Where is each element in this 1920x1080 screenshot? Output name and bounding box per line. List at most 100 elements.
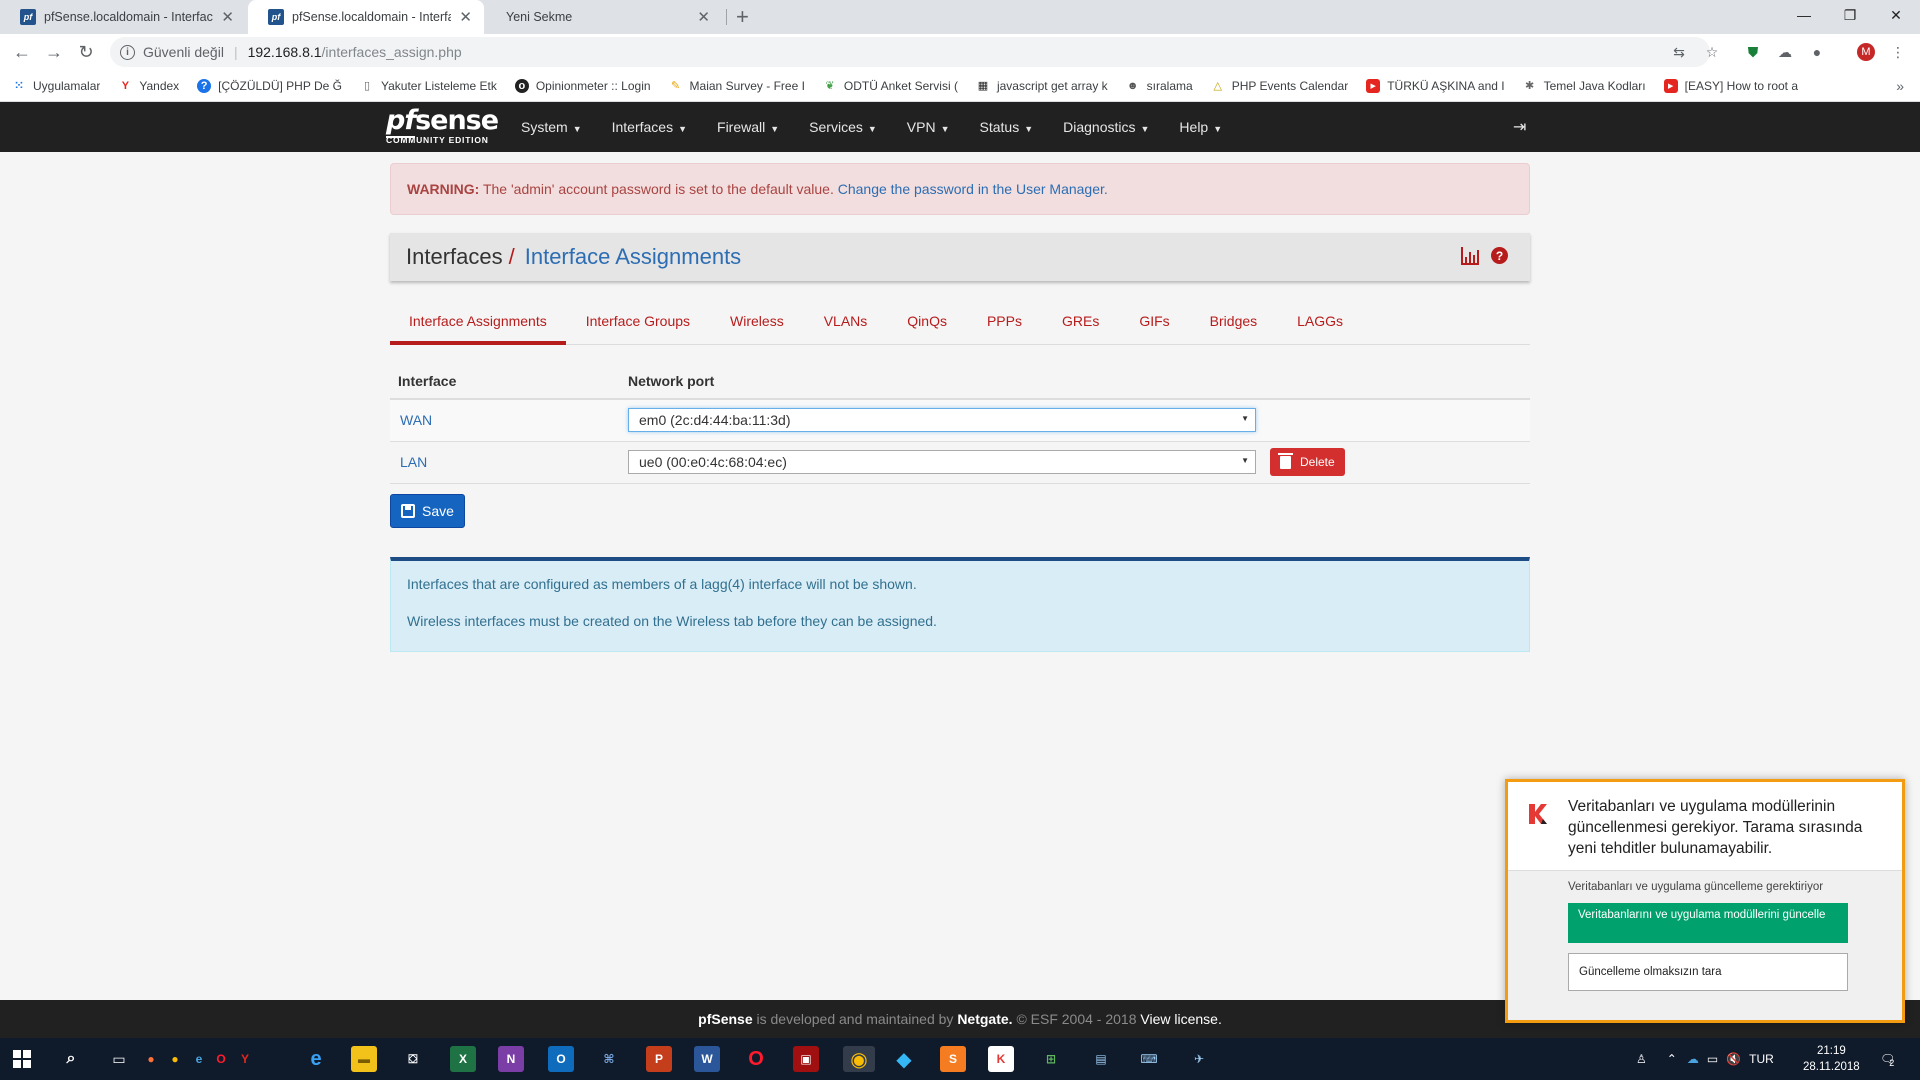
bookmark-yakuter[interactable]: ▯ Yakuter Listeleme Etk — [360, 79, 497, 93]
bookmarks-overflow-icon[interactable]: » — [1896, 78, 1904, 94]
people-icon[interactable]: ♙ — [1636, 1052, 1647, 1066]
address-bar[interactable]: i Güvenli değil | 192.168.8.1 /interface… — [110, 37, 1710, 67]
browser-tab-3[interactable]: Yeni Sekme ✕ — [486, 0, 722, 34]
bookmark-php-de[interactable]: ? [ÇÖZÜLDÜ] PHP De Ğ — [197, 78, 342, 93]
word-icon[interactable]: W — [694, 1046, 720, 1072]
pfsense-logo[interactable]: pfsense COMMUNITY EDITION — [386, 105, 499, 145]
terminal-app-icon[interactable]: ⌨ — [1136, 1046, 1162, 1072]
windows-start-icon[interactable] — [13, 1050, 31, 1068]
bookmark-star-icon[interactable]: ☆ — [1704, 44, 1720, 60]
tab-interface-assignments[interactable]: Interface Assignments — [390, 299, 566, 345]
tab-qinqs[interactable]: QinQs — [887, 299, 967, 345]
minimize-button[interactable]: — — [1781, 0, 1827, 30]
delete-lan-button[interactable]: Delete — [1270, 448, 1345, 476]
network-port-select-lan[interactable]: ue0 (00:e0:4c:68:04:ec) ▼ — [628, 450, 1256, 474]
close-tab-icon[interactable]: ✕ — [459, 8, 472, 26]
scan-without-update-button[interactable]: Güncelleme olmaksızın tara — [1568, 953, 1848, 991]
close-window-button[interactable]: ✕ — [1873, 0, 1919, 30]
reload-icon[interactable]: ↻ — [74, 40, 98, 64]
ie-icon[interactable]: e — [192, 1046, 206, 1072]
powerpoint-icon[interactable]: P — [646, 1046, 672, 1072]
bookmark-maian[interactable]: ✎ Maian Survey - Free I — [669, 79, 805, 93]
interface-link-lan[interactable]: LAN — [390, 441, 620, 484]
info-icon[interactable]: i — [120, 44, 135, 60]
edge-icon[interactable]: e — [303, 1046, 329, 1072]
bookmark-javascript[interactable]: ▦ javascript get array k — [976, 79, 1108, 93]
tool-app-icon[interactable]: ✈ — [1186, 1046, 1212, 1072]
network-tool-icon[interactable]: ⊞ — [1038, 1046, 1064, 1072]
cloud-extension-icon[interactable]: ☁ — [1777, 44, 1793, 60]
menu-vpn[interactable]: VPN ▼ — [892, 119, 965, 135]
bookmark-siralama[interactable]: ☻ sıralama — [1126, 79, 1193, 93]
restore-button[interactable]: ❐ — [1827, 0, 1873, 30]
chrome-small-icon[interactable]: ● — [168, 1046, 182, 1072]
network-icon[interactable]: ▭ — [1707, 1052, 1718, 1066]
update-databases-button[interactable]: Veritabanlarını ve uygulama modüllerini … — [1568, 903, 1848, 943]
forward-arrow-icon[interactable]: → — [42, 40, 66, 64]
bookmark-yandex[interactable]: Y Yandex — [118, 79, 179, 93]
menu-system[interactable]: System ▼ — [506, 119, 597, 135]
close-tab-icon[interactable]: ✕ — [697, 8, 710, 26]
save-button[interactable]: Save — [390, 493, 465, 528]
menu-services[interactable]: Services ▼ — [794, 119, 892, 135]
browser-tab-2[interactable]: pf pfSense.localdomain - Interfaces: ✕ — [248, 0, 484, 34]
menu-diagnostics[interactable]: Diagnostics ▼ — [1048, 119, 1164, 135]
shield-extension-icon[interactable]: ⛊ — [1745, 44, 1761, 60]
outlook-icon[interactable]: O — [548, 1046, 574, 1072]
file-explorer-icon[interactable]: ▬ — [351, 1046, 377, 1072]
interface-link-wan[interactable]: WAN — [390, 399, 620, 442]
tab-wireless[interactable]: Wireless — [710, 299, 804, 345]
orange-app-icon[interactable]: S — [940, 1046, 966, 1072]
media-app-icon[interactable]: ▣ — [793, 1046, 819, 1072]
logout-icon[interactable]: ⇥ — [1513, 117, 1526, 137]
browser-tab-1[interactable]: pf pfSense.localdomain - Interfaces: ✕ — [0, 0, 246, 34]
chrome-icon[interactable]: ◉ — [843, 1046, 875, 1072]
opera-small-icon[interactable]: O — [214, 1046, 228, 1072]
menu-help[interactable]: Help ▼ — [1164, 119, 1237, 135]
kaspersky-icon[interactable]: K — [988, 1046, 1014, 1072]
netgate-link[interactable]: Netgate. — [957, 1011, 1012, 1027]
tab-ppps[interactable]: PPPs — [967, 299, 1042, 345]
network-app-icon[interactable]: ⌘ — [596, 1046, 622, 1072]
bookmark-php-events[interactable]: △ PHP Events Calendar — [1211, 79, 1348, 93]
onedrive-icon[interactable]: ☁ — [1687, 1052, 1699, 1066]
close-tab-icon[interactable]: ✕ — [221, 8, 234, 26]
help-question-icon[interactable]: ? — [1491, 247, 1508, 264]
firefox-icon[interactable]: ● — [144, 1046, 158, 1072]
view-license-link[interactable]: View license. — [1140, 1011, 1221, 1027]
menu-kebab-icon[interactable]: ⋮ — [1890, 44, 1906, 60]
breadcrumb-current[interactable]: Interface Assignments — [525, 244, 741, 270]
tab-laggs[interactable]: LAGGs — [1277, 299, 1363, 345]
tray-chevron-icon[interactable]: ⌃ — [1667, 1052, 1677, 1066]
bookmark-odtu[interactable]: ❦ ODTÜ Anket Servisi ( — [823, 79, 958, 93]
menu-interfaces[interactable]: Interfaces ▼ — [597, 119, 702, 135]
excel-icon[interactable]: X — [450, 1046, 476, 1072]
taskbar-clock[interactable]: 21:19 28.11.2018 — [1803, 1043, 1860, 1075]
opera-icon[interactable]: O — [743, 1046, 769, 1072]
tab-gifs[interactable]: GIFs — [1119, 299, 1189, 345]
notification-center[interactable]: 🗨 2 — [1880, 1038, 1895, 1080]
breadcrumb-parent[interactable]: Interfaces — [406, 244, 503, 270]
tab-gres[interactable]: GREs — [1042, 299, 1119, 345]
menu-status[interactable]: Status ▼ — [965, 119, 1049, 135]
onenote-icon[interactable]: N — [498, 1046, 524, 1072]
tab-vlans[interactable]: VLANs — [804, 299, 888, 345]
network-port-select-wan[interactable]: em0 (2c:d4:44:ba:11:3d) ▼ — [628, 408, 1256, 433]
change-password-link[interactable]: Change the password in the User Manager. — [838, 181, 1108, 197]
store-icon[interactable]: ⛋ — [400, 1046, 426, 1072]
language-indicator[interactable]: TUR — [1749, 1052, 1774, 1066]
back-arrow-icon[interactable]: ← — [10, 40, 34, 64]
bar-chart-icon[interactable] — [1461, 247, 1479, 265]
translate-icon[interactable]: ⇆ — [1671, 44, 1687, 60]
bookmark-turku[interactable]: ▶ TÜRKÜ AŞKINA and I — [1366, 78, 1505, 93]
search-icon[interactable]: ⌕ — [58, 1046, 84, 1072]
bookmark-opinionmeter[interactable]: o Opinionmeter :: Login — [514, 78, 651, 93]
menu-firewall[interactable]: Firewall ▼ — [702, 119, 794, 135]
tab-interface-groups[interactable]: Interface Groups — [566, 299, 710, 345]
new-tab-button[interactable]: + — [736, 4, 749, 30]
circle-extension-icon[interactable]: ● — [1809, 44, 1825, 60]
task-view-icon[interactable]: ▭ — [106, 1046, 132, 1072]
profile-avatar[interactable]: M — [1857, 43, 1875, 61]
bookmark-java[interactable]: ✱ Temel Java Kodları — [1523, 79, 1646, 93]
skype-like-icon[interactable]: ◆ — [891, 1046, 917, 1072]
